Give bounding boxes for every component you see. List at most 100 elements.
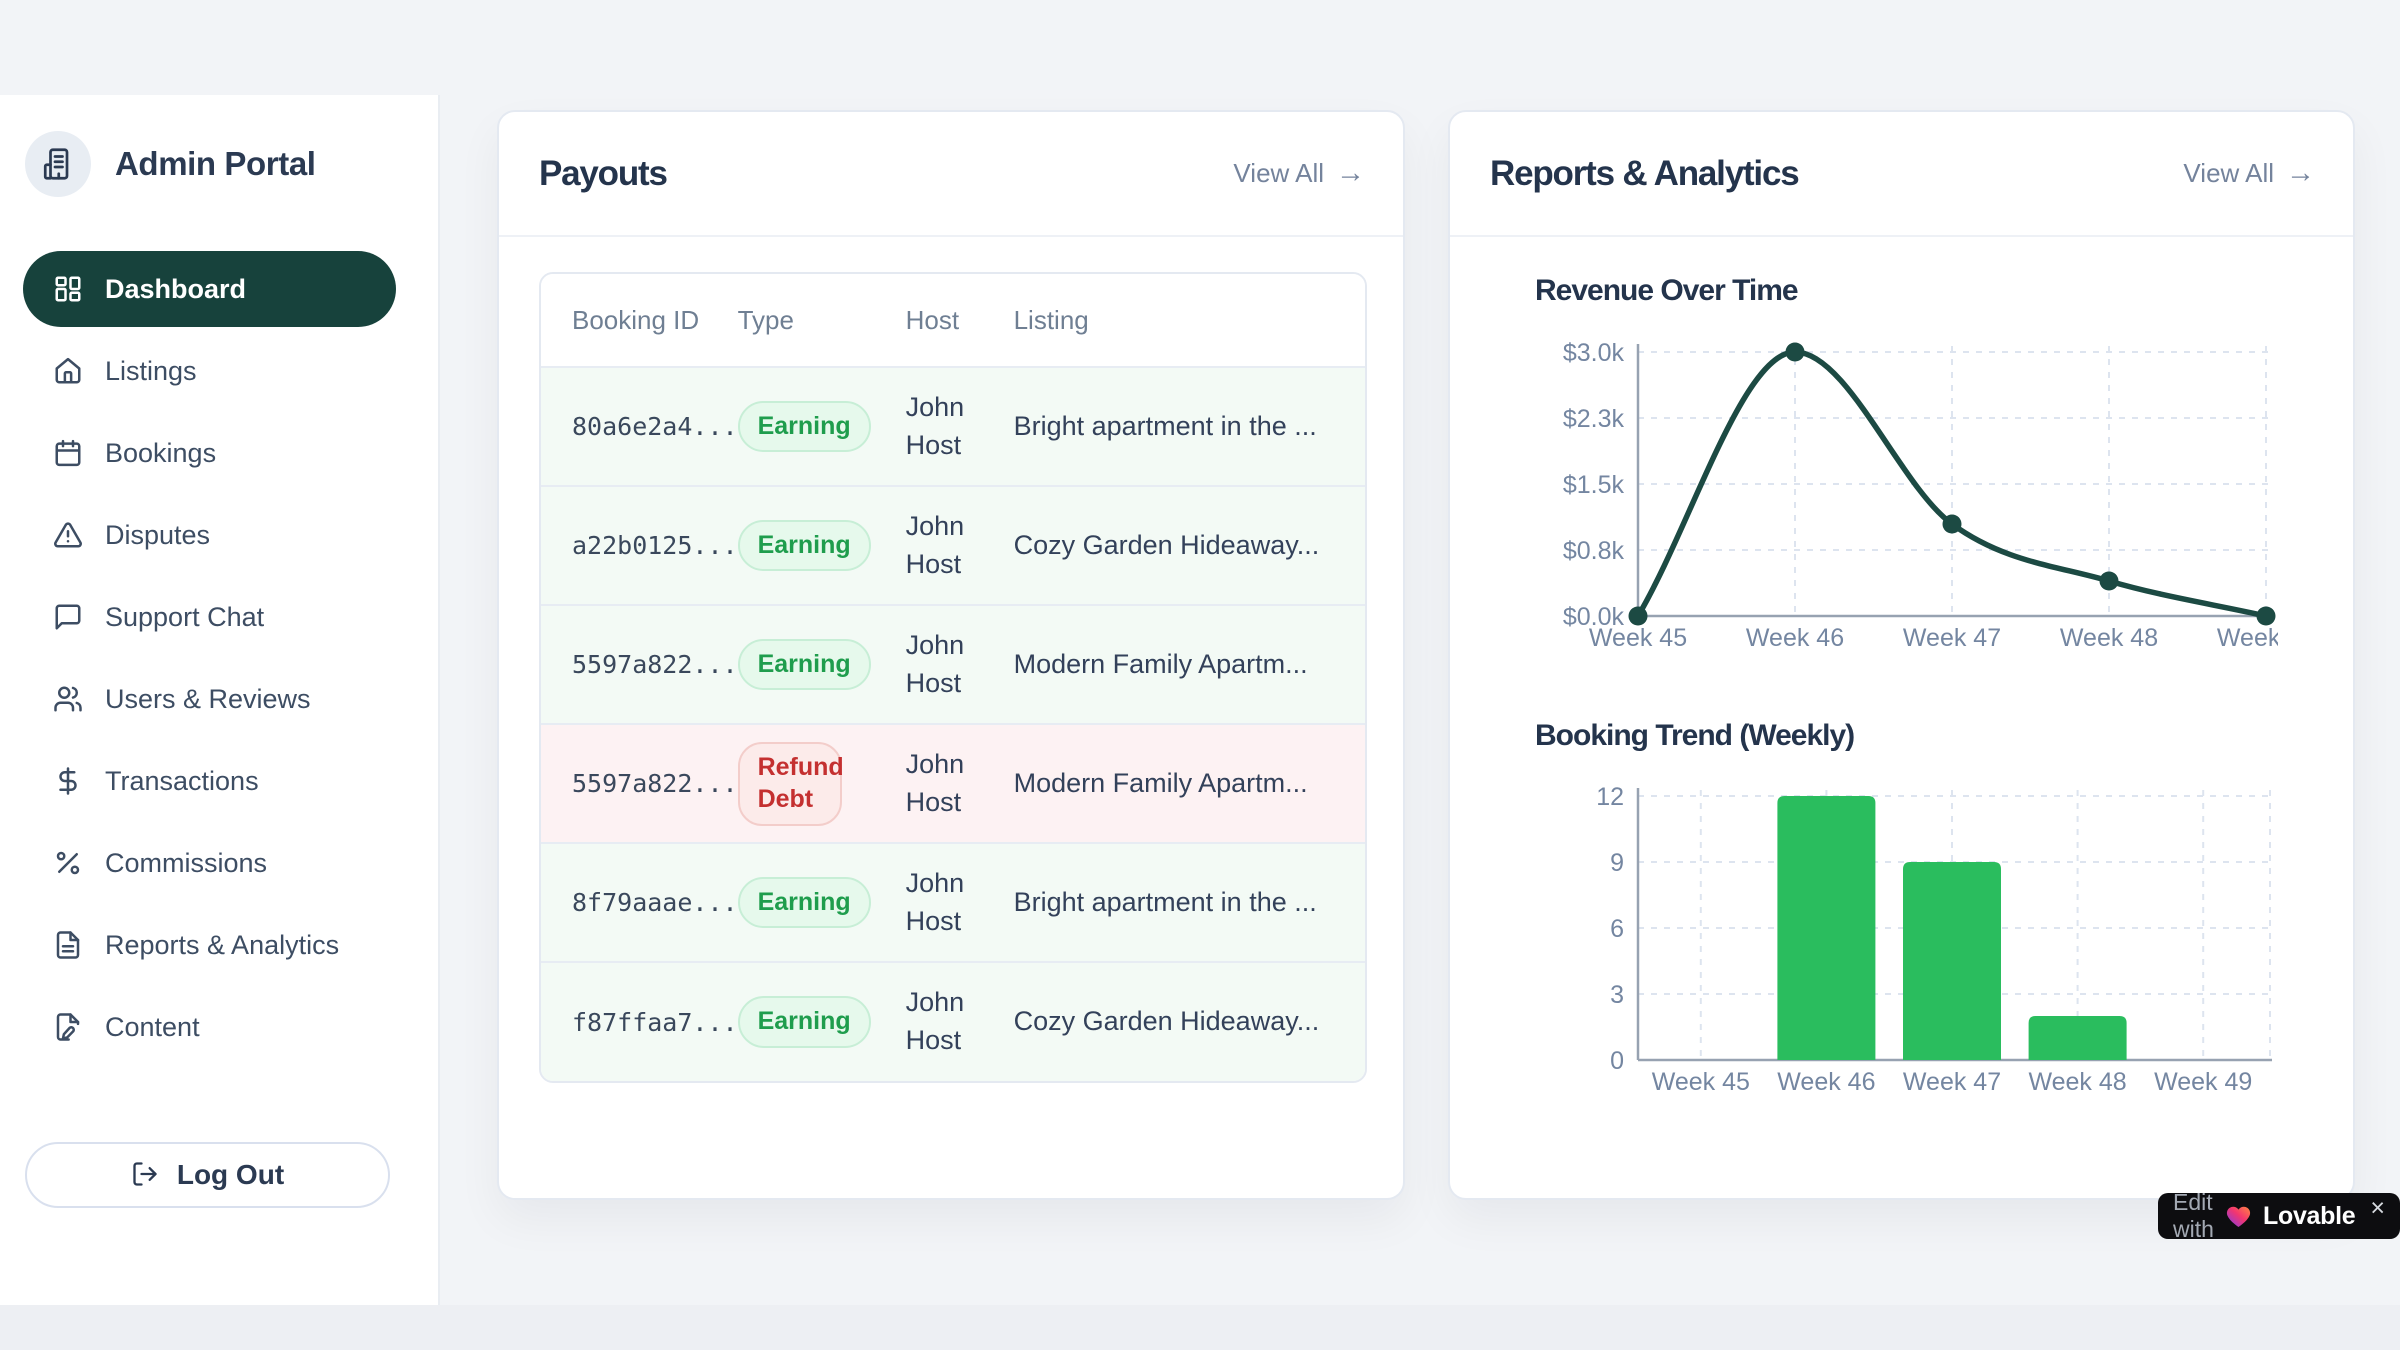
sidebar-item-label: Reports & Analytics: [105, 930, 339, 961]
svg-text:$0.8k: $0.8k: [1563, 537, 1625, 565]
sidebar-item-commissions[interactable]: Commissions: [23, 825, 396, 901]
payouts-table: Booking ID Type Host Listing 80a6e2a4...…: [539, 272, 1367, 1083]
svg-text:3: 3: [1610, 981, 1624, 1009]
sidebar-item-label: Transactions: [105, 766, 259, 797]
booking-trend-chart-title: Booking Trend (Weekly): [1535, 719, 1854, 753]
arrow-right-icon: →: [1336, 159, 1365, 188]
sidebar-item-listings[interactable]: Listings: [23, 333, 396, 409]
host-cell: John Host: [906, 605, 1014, 724]
app-title: Admin Portal: [115, 145, 316, 183]
svg-text:Week 45: Week 45: [1652, 1068, 1750, 1096]
log-out-icon: [131, 1160, 161, 1190]
column-header-listing: Listing: [1014, 274, 1365, 367]
host-cell: John Host: [906, 486, 1014, 605]
sidebar-item-label: Dashboard: [105, 274, 246, 305]
sidebar-item-content[interactable]: Content: [23, 989, 396, 1065]
sidebar-item-users-reviews[interactable]: Users & Reviews: [23, 661, 396, 737]
payouts-table-header-row: Booking ID Type Host Listing: [541, 274, 1365, 367]
column-header-booking-id: Booking ID: [541, 274, 738, 367]
payouts-view-all-label: View All: [1233, 158, 1324, 189]
booking-id-cell: 80a6e2a4...: [541, 367, 738, 486]
svg-text:Week 46: Week 46: [1777, 1068, 1875, 1096]
svg-text:Week 49: Week 49: [2217, 624, 2278, 652]
dashboard-icon: [53, 274, 83, 304]
host-cell: John Host: [906, 724, 1014, 843]
payout-type-cell: Refund Debt: [738, 724, 906, 843]
home-icon: [53, 356, 83, 386]
listing-cell: Modern Family Apartm...: [1014, 724, 1365, 843]
users-icon: [53, 684, 83, 714]
log-out-label: Log Out: [177, 1159, 284, 1191]
column-header-type: Type: [738, 274, 906, 367]
sidebar-item-reports-analytics[interactable]: Reports & Analytics: [23, 907, 396, 983]
payout-type-badge: Earning: [738, 520, 871, 572]
payout-table-row: f87ffaa7... Earning John Host Cozy Garde…: [541, 962, 1365, 1081]
sidebar-item-bookings[interactable]: Bookings: [23, 415, 396, 491]
payouts-view-all-button[interactable]: View All →: [1233, 158, 1365, 189]
booking-id-cell: 8f79aaae...: [541, 843, 738, 962]
listing-cell: Cozy Garden Hideaway...: [1014, 962, 1365, 1081]
alert-triangle-icon: [53, 520, 83, 550]
message-icon: [53, 602, 83, 632]
sidebar-item-label: Content: [105, 1012, 200, 1043]
payout-type-cell: Earning: [738, 605, 906, 724]
payout-type-badge: Refund Debt: [738, 742, 842, 826]
sidebar-item-transactions[interactable]: Transactions: [23, 743, 396, 819]
payout-table-row: 5597a822... Refund Debt John Host Modern…: [541, 724, 1365, 843]
sidebar-item-disputes[interactable]: Disputes: [23, 497, 396, 573]
svg-text:Week 48: Week 48: [2060, 624, 2158, 652]
svg-text:Week 47: Week 47: [1903, 624, 2001, 652]
file-pen-icon: [53, 1012, 83, 1042]
sidebar-item-label: Users & Reviews: [105, 684, 311, 715]
payout-type-badge: Earning: [738, 639, 871, 691]
revenue-chart-title: Revenue Over Time: [1535, 274, 1798, 308]
svg-text:0: 0: [1610, 1047, 1624, 1075]
svg-text:Week 49: Week 49: [2154, 1068, 2252, 1096]
lovable-heart-icon: [2225, 1203, 2252, 1230]
listing-cell: Bright apartment in the ...: [1014, 367, 1365, 486]
calendar-icon: [53, 438, 83, 468]
revenue-line-chart: $0.0k$0.8k$1.5k$2.3k$3.0kWeek 45Week 46W…: [1548, 338, 2278, 668]
svg-text:Week 48: Week 48: [2028, 1068, 2126, 1096]
payouts-title: Payouts: [539, 154, 667, 194]
svg-text:Week 46: Week 46: [1746, 624, 1844, 652]
sidebar-item-label: Disputes: [105, 520, 210, 551]
reports-view-all-button[interactable]: View All →: [2183, 158, 2315, 189]
app-logo-row: Admin Portal: [0, 131, 438, 197]
log-out-button[interactable]: Log Out: [25, 1142, 390, 1208]
edit-with-lovable-badge[interactable]: Edit with Lovable ×: [2158, 1193, 2400, 1239]
sidebar-item-support-chat[interactable]: Support Chat: [23, 579, 396, 655]
payout-type-badge: Earning: [738, 401, 871, 453]
sidebar: Admin Portal Dashboard Listings Bookings…: [0, 95, 440, 1305]
listing-cell: Cozy Garden Hideaway...: [1014, 486, 1365, 605]
booking-id-cell: a22b0125...: [541, 486, 738, 605]
payout-type-badge: Earning: [738, 877, 871, 929]
booking-id-cell: 5597a822...: [541, 605, 738, 724]
sidebar-item-label: Commissions: [105, 848, 267, 879]
svg-text:12: 12: [1596, 783, 1624, 811]
payout-type-cell: Earning: [738, 367, 906, 486]
reports-title: Reports & Analytics: [1490, 154, 1799, 194]
svg-text:6: 6: [1610, 915, 1624, 943]
arrow-right-icon: →: [2286, 159, 2315, 188]
listing-cell: Bright apartment in the ...: [1014, 843, 1365, 962]
payout-type-badge: Earning: [738, 996, 871, 1048]
lovable-prefix: Edit with: [2173, 1189, 2214, 1243]
dollar-icon: [53, 766, 83, 796]
svg-text:$3.0k: $3.0k: [1563, 339, 1625, 367]
reports-card-header: Reports & Analytics View All →: [1450, 112, 2353, 237]
reports-view-all-label: View All: [2183, 158, 2274, 189]
svg-text:Week 47: Week 47: [1903, 1068, 2001, 1096]
host-cell: John Host: [906, 962, 1014, 1081]
booking-id-cell: 5597a822...: [541, 724, 738, 843]
sidebar-item-dashboard[interactable]: Dashboard: [23, 251, 396, 327]
svg-text:$2.3k: $2.3k: [1563, 405, 1625, 433]
payout-table-row: a22b0125... Earning John Host Cozy Garde…: [541, 486, 1365, 605]
sidebar-item-label: Listings: [105, 356, 197, 387]
svg-text:Week 45: Week 45: [1589, 624, 1687, 652]
file-text-icon: [53, 930, 83, 960]
lovable-brand: Lovable: [2263, 1202, 2355, 1231]
close-icon[interactable]: ×: [2370, 1196, 2385, 1221]
payout-type-cell: Earning: [738, 486, 906, 605]
percent-icon: [53, 848, 83, 878]
